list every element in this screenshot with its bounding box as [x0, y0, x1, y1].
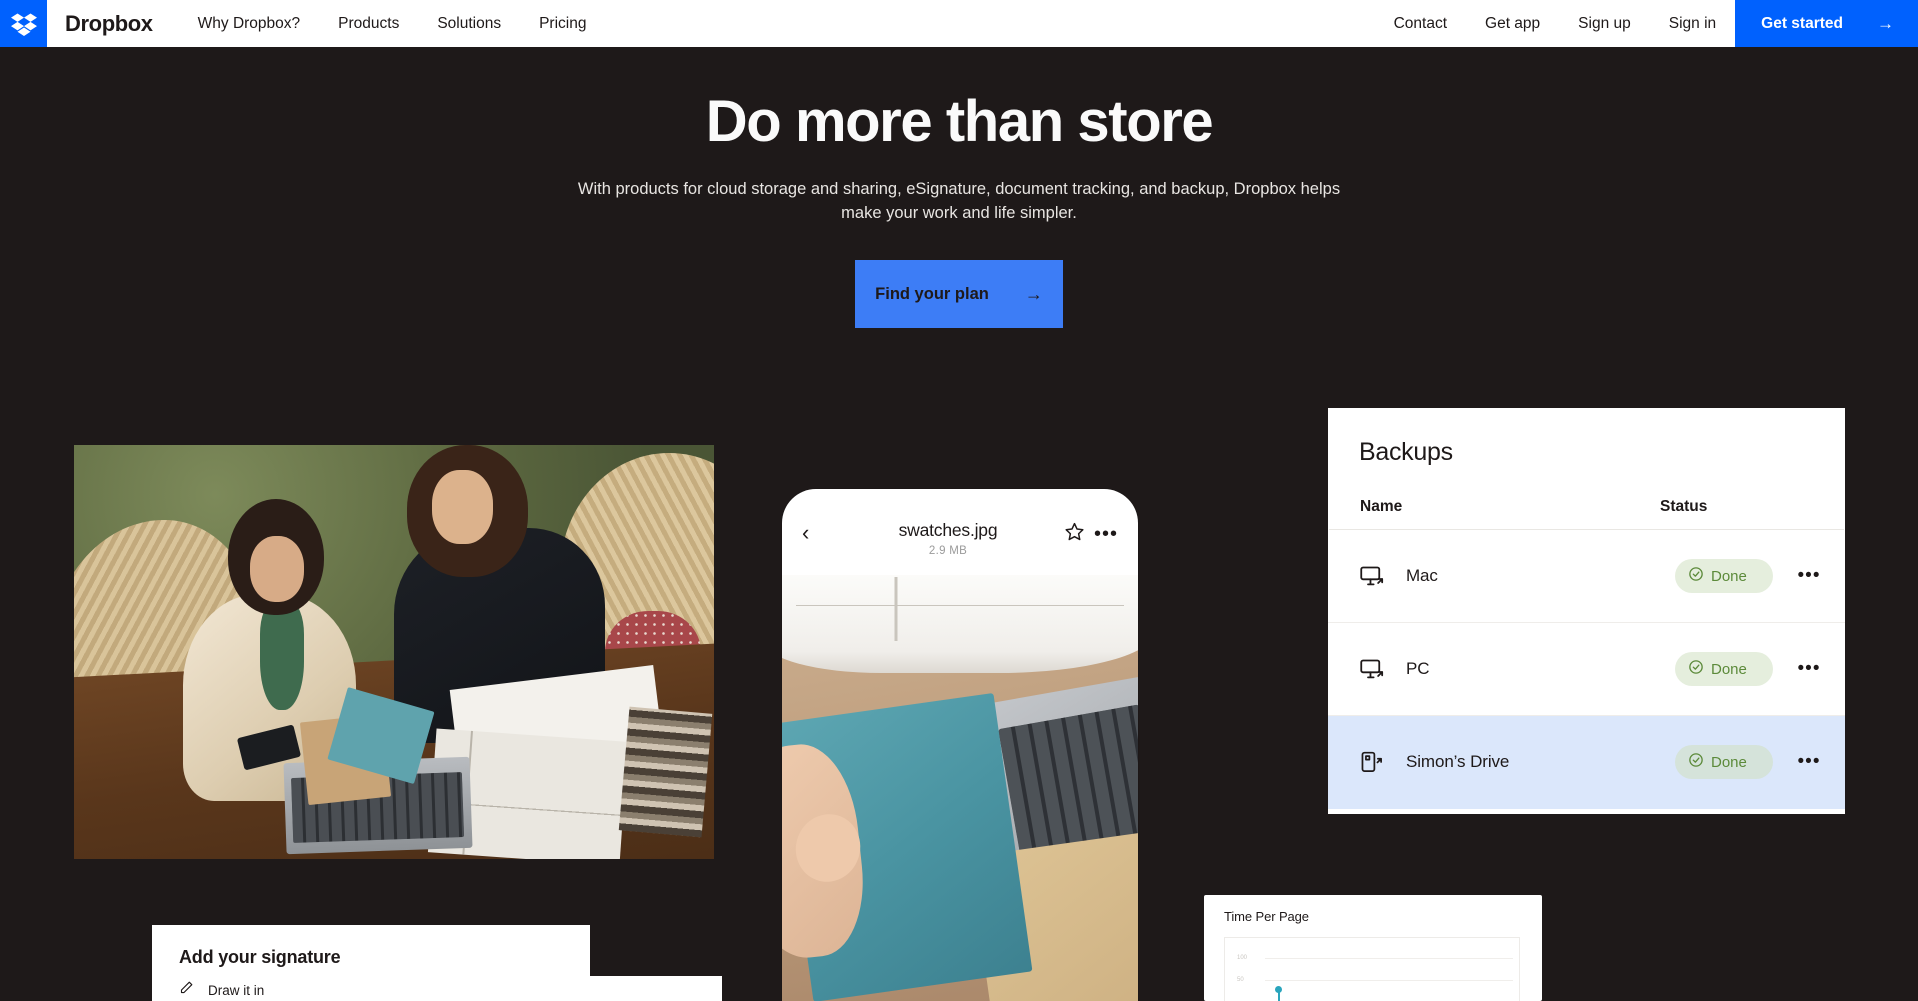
phone-file-titles: swatches.jpg 2.9 MB — [832, 520, 1064, 557]
status-label: Done — [1711, 753, 1747, 771]
backup-device-name: PC — [1406, 659, 1430, 678]
table-row[interactable]: PC Done ••• — [1328, 623, 1845, 716]
chevron-left-icon[interactable]: ‹ — [802, 522, 832, 544]
nav-link-products[interactable]: Products — [319, 0, 418, 47]
ellipsis-icon[interactable]: ••• — [1773, 659, 1845, 679]
phone-photo-papers — [782, 575, 1138, 673]
photo-person-two-face — [432, 469, 494, 545]
nav-link-why-dropbox[interactable]: Why Dropbox? — [179, 0, 320, 47]
chart-ytick-label: 100 — [1237, 955, 1248, 961]
nav-link-pricing[interactable]: Pricing — [520, 0, 605, 47]
monitor-backup-icon — [1359, 656, 1406, 683]
dropbox-logo-tile[interactable] — [0, 0, 47, 47]
backups-title: Backups — [1359, 438, 1453, 466]
arrow-right-icon: → — [1877, 13, 1894, 33]
photo-swatch-book — [619, 706, 713, 838]
meeting-photo — [74, 445, 714, 859]
photo-person-one-scarf — [259, 602, 305, 710]
photo-person-one-face — [250, 536, 305, 603]
chart-data-point — [1275, 986, 1282, 993]
nav-link-sign-up[interactable]: Sign up — [1559, 0, 1650, 47]
chart-gridlines: 100 50 — [1225, 938, 1519, 1001]
status-badge: Done — [1675, 652, 1773, 686]
get-started-button[interactable]: Get started → — [1735, 0, 1918, 47]
check-circle-icon — [1688, 566, 1704, 586]
monitor-backup-icon — [1359, 563, 1406, 590]
chart-gridline — [1265, 958, 1513, 959]
get-started-label: Get started — [1761, 14, 1843, 32]
chart-gridline — [1265, 980, 1513, 981]
dropbox-logo-icon — [10, 11, 37, 37]
time-per-page-card: Time Per Page 100 50 — [1204, 895, 1542, 1001]
phone-file-header: ‹ swatches.jpg 2.9 MB ••• — [782, 489, 1138, 575]
table-row[interactable]: Mac Done ••• — [1328, 530, 1845, 623]
dropbox-wordmark[interactable]: Dropbox — [65, 0, 153, 47]
backup-device-name: Simon’s Drive — [1406, 752, 1510, 771]
backups-card: Backups Name Status Mac Done ••• PC Done… — [1328, 408, 1845, 814]
time-per-page-title: Time Per Page — [1224, 909, 1309, 924]
phone-mockup: ‹ swatches.jpg 2.9 MB ••• — [782, 489, 1138, 1001]
chart-ytick-label: 50 — [1237, 977, 1244, 983]
check-circle-icon — [1688, 752, 1704, 772]
table-row[interactable]: Simon’s Drive Done ••• — [1328, 716, 1845, 809]
status-label: Done — [1711, 660, 1747, 678]
nav-link-get-app[interactable]: Get app — [1466, 0, 1559, 47]
signature-option-draw[interactable]: Draw it in — [152, 976, 722, 1000]
add-signature-title: Add your signature — [179, 947, 341, 967]
secondary-nav-links: Contact Get app Sign up Sign in Get star… — [1375, 0, 1918, 47]
phone-photo-preview — [782, 575, 1138, 1001]
phone-file-size: 2.9 MB — [928, 545, 968, 557]
nav-link-contact[interactable]: Contact — [1375, 0, 1466, 47]
ellipsis-icon[interactable]: ••• — [1094, 524, 1118, 544]
signature-option-label: Draw it in — [208, 982, 265, 998]
status-badge: Done — [1675, 559, 1773, 593]
ellipsis-icon[interactable]: ••• — [1773, 566, 1845, 586]
backups-table-header: Name Status — [1329, 467, 1844, 530]
nav-link-solutions[interactable]: Solutions — [418, 0, 520, 47]
ellipsis-icon[interactable]: ••• — [1773, 752, 1845, 772]
phone-file-actions: ••• — [1064, 521, 1118, 547]
pencil-icon — [179, 980, 194, 1000]
backup-device-name: Mac — [1406, 566, 1438, 585]
primary-nav-links: Why Dropbox? Products Solutions Pricing — [179, 0, 606, 47]
external-drive-icon — [1359, 749, 1406, 775]
column-header-name: Name — [1360, 498, 1403, 515]
column-header-status: Status — [1660, 498, 1708, 515]
status-badge: Done — [1675, 745, 1773, 779]
time-per-page-chart: 100 50 — [1224, 937, 1520, 1001]
nav-link-sign-in[interactable]: Sign in — [1650, 0, 1735, 47]
product-collage: ‹ swatches.jpg 2.9 MB ••• Backups Name S… — [0, 0, 1918, 1001]
check-circle-icon — [1688, 659, 1704, 679]
top-navigation-bar: Dropbox Why Dropbox? Products Solutions … — [0, 0, 1918, 47]
phone-file-name: swatches.jpg — [898, 520, 998, 540]
signature-options-panel: Draw it in — [152, 976, 722, 1001]
status-label: Done — [1711, 567, 1747, 585]
star-icon[interactable] — [1064, 521, 1085, 547]
